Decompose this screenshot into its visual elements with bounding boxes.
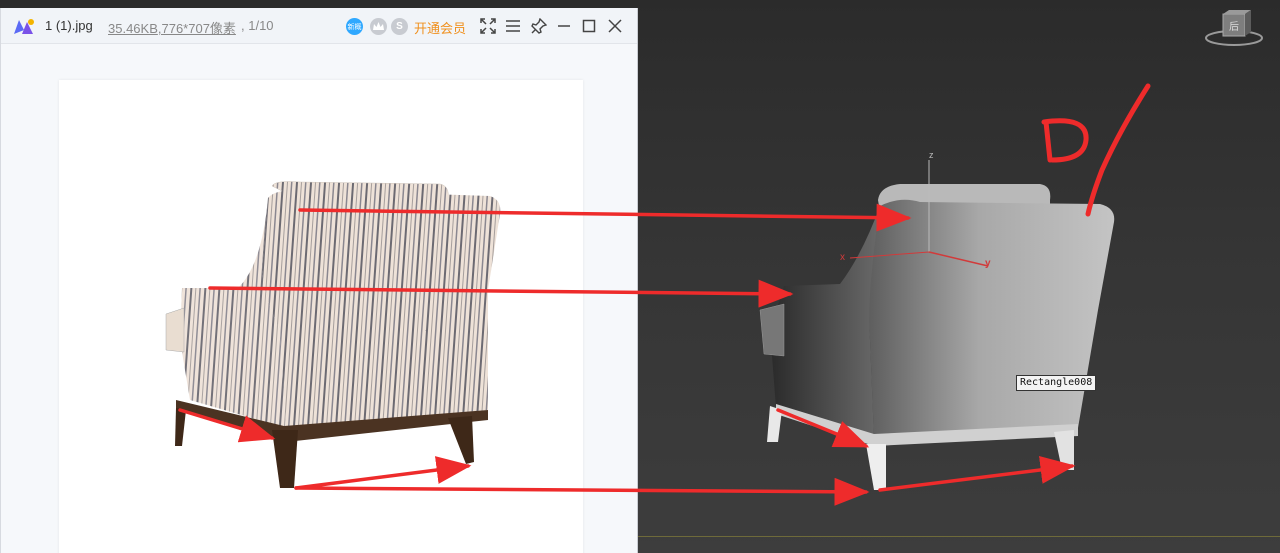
photo-armchair [165, 181, 501, 488]
annotation-scene [165, 83, 1151, 506]
3d-armchair-model [759, 184, 1115, 490]
handwritten-annotation [1041, 83, 1151, 217]
axis-z-label: z [929, 150, 934, 160]
axis-x-label: x [840, 252, 845, 263]
axis-y-label: y [985, 258, 991, 269]
object-name-tooltip: Rectangle008 [1016, 375, 1097, 391]
